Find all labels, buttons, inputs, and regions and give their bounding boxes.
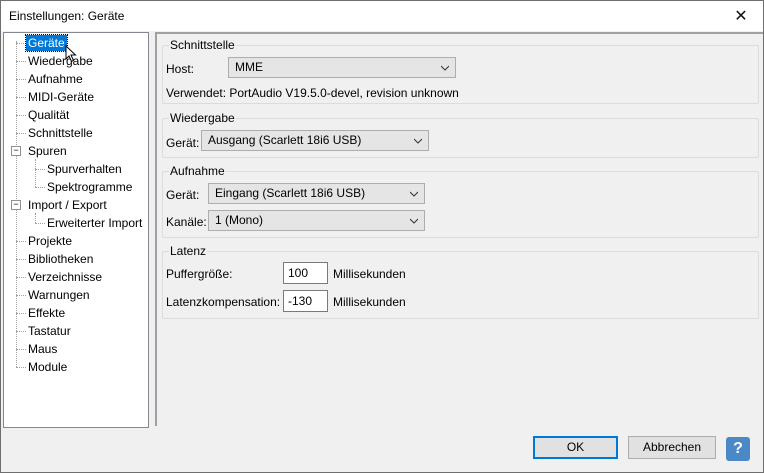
host-select[interactable]: MME [228, 57, 456, 78]
tree-item-verzeichnisse[interactable]: Verzeichnisse [26, 269, 104, 285]
host-label: Host: [166, 62, 195, 76]
tree-item-maus[interactable]: Maus [26, 341, 59, 357]
kanaele-select[interactable]: 1 (Mono) [208, 210, 425, 231]
aufnahme-geraet-select[interactable]: Eingang (Scarlett 18i6 USB) [208, 183, 425, 204]
tree-item-aufnahme[interactable]: Aufnahme [26, 71, 85, 87]
host-value: MME [235, 60, 263, 74]
help-button[interactable]: ? [726, 437, 750, 461]
verwendet-text: Verwendet: PortAudio V19.5.0-devel, revi… [166, 86, 459, 100]
tree-item-warnungen[interactable]: Warnungen [26, 287, 92, 303]
puffer-unit: Millisekunden [333, 267, 406, 281]
tree-item-spurverhalten[interactable]: Spurverhalten [45, 161, 124, 177]
spuren-expander-icon[interactable]: − [11, 146, 21, 156]
ok-button[interactable]: OK [533, 436, 618, 459]
chevron-down-icon [414, 138, 422, 144]
puffer-input[interactable]: 100 [283, 262, 328, 284]
tree-item-spektrogramme[interactable]: Spektrogramme [45, 179, 134, 195]
tree-item-midi-geraete[interactable]: MIDI-Geräte [26, 89, 96, 105]
help-icon: ? [733, 440, 743, 457]
wiedergabe-title: Wiedergabe [169, 111, 236, 125]
import-export-expander-icon[interactable]: − [11, 200, 21, 210]
mouse-cursor-icon [65, 45, 77, 63]
wiedergabe-geraet-label: Gerät: [166, 136, 200, 150]
window-title: Einstellungen: Geräte [9, 9, 125, 23]
tree-item-geraete[interactable]: Geräte [25, 34, 68, 52]
puffer-label: Puffergröße: [166, 267, 233, 281]
category-tree[interactable]: − − Geräte Wiedergabe Aufnahme MIDI-Gerä… [3, 32, 149, 428]
tree-item-erweiterter-import[interactable]: Erweiterter Import [45, 215, 144, 231]
latenz-title: Latenz [169, 244, 208, 258]
tree-item-import-export[interactable]: Import / Export [26, 197, 109, 213]
wiedergabe-geraet-value: Ausgang (Scarlett 18i6 USB) [208, 133, 362, 147]
close-icon: ✕ [734, 8, 748, 25]
tree-item-module[interactable]: Module [26, 359, 69, 375]
cancel-button[interactable]: Abbrechen [628, 436, 716, 459]
preferences-dialog: Einstellungen: Geräte ✕ − − Geräte Wiede… [0, 0, 764, 473]
aufnahme-title: Aufnahme [169, 164, 226, 178]
tree-item-tastatur[interactable]: Tastatur [26, 323, 73, 339]
tree-item-projekte[interactable]: Projekte [26, 233, 74, 249]
kanaele-value: 1 (Mono) [215, 213, 264, 227]
aufnahme-geraet-value: Eingang (Scarlett 18i6 USB) [215, 186, 366, 200]
tree-item-schnittstelle[interactable]: Schnittstelle [26, 125, 95, 141]
wiedergabe-geraet-select[interactable]: Ausgang (Scarlett 18i6 USB) [201, 130, 429, 151]
latenzkompensation-unit: Millisekunden [333, 295, 406, 309]
schnittstelle-title: Schnittstelle [169, 38, 236, 52]
aufnahme-geraet-label: Gerät: [166, 188, 200, 202]
tree-item-spuren[interactable]: Spuren [26, 143, 69, 159]
latenzkompensation-label: Latenzkompensation: [166, 295, 281, 309]
tree-item-effekte[interactable]: Effekte [26, 305, 67, 321]
chevron-down-icon [410, 218, 418, 224]
tree-item-bibliotheken[interactable]: Bibliotheken [26, 251, 95, 267]
kanaele-label: Kanäle: [166, 215, 207, 229]
latenzkompensation-input[interactable]: -130 [283, 290, 328, 312]
close-button[interactable]: ✕ [719, 1, 763, 31]
chevron-down-icon [441, 65, 449, 71]
title-bar: Einstellungen: Geräte ✕ [1, 1, 763, 31]
tree-item-qualitaet[interactable]: Qualität [26, 107, 71, 123]
tree-item-wiedergabe[interactable]: Wiedergabe [26, 53, 95, 69]
chevron-down-icon [410, 191, 418, 197]
